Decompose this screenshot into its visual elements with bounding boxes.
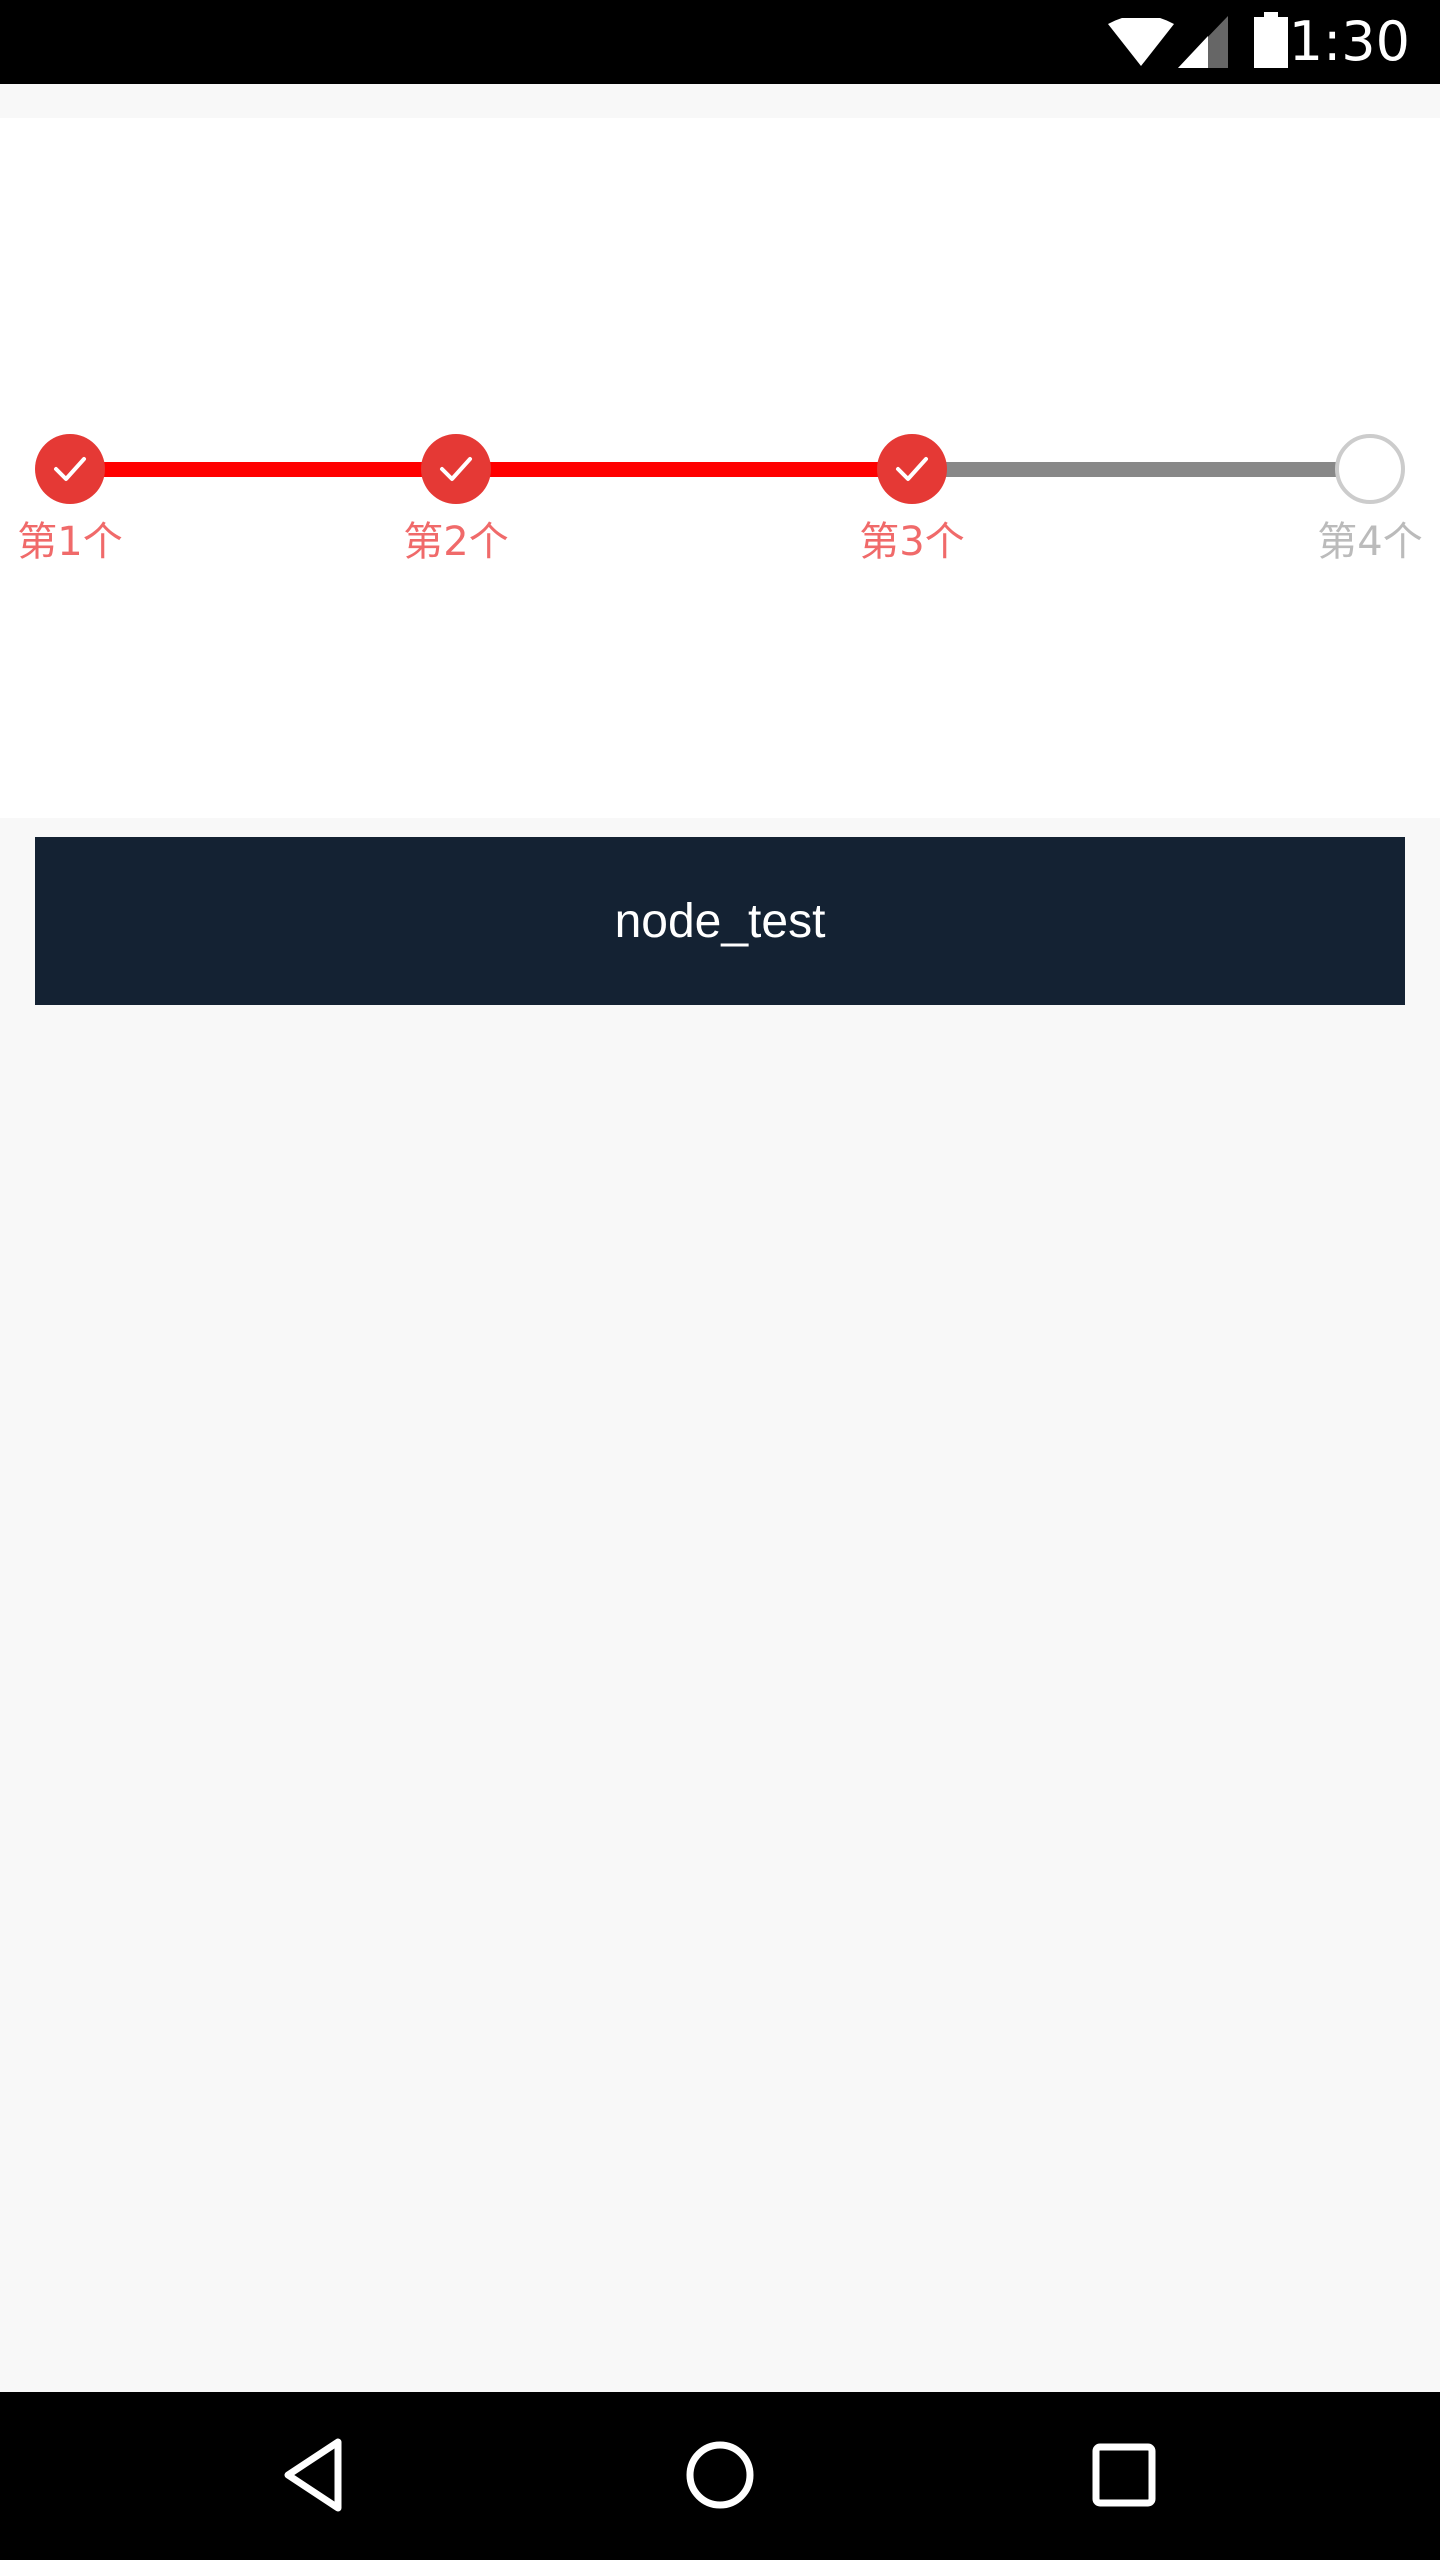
back-icon[interactable] xyxy=(276,2432,356,2522)
check-icon xyxy=(54,457,86,481)
wifi-icon xyxy=(1108,15,1174,70)
node-test-button[interactable]: node_test xyxy=(35,837,1405,1005)
check-icon xyxy=(896,457,928,481)
step-node-1[interactable] xyxy=(35,434,105,504)
home-icon[interactable] xyxy=(680,2432,760,2522)
step-label-3: 第3个 xyxy=(859,519,965,565)
cell-signal-icon xyxy=(1178,16,1228,72)
navigation-bar xyxy=(0,2392,1440,2560)
step-node-2[interactable] xyxy=(421,434,491,504)
check-icon xyxy=(440,457,472,481)
battery-icon xyxy=(1254,12,1288,72)
recents-icon[interactable] xyxy=(1084,2432,1164,2522)
status-bar: 1:30 xyxy=(0,0,1440,84)
step-connector xyxy=(946,462,1336,477)
step-connector xyxy=(104,462,422,477)
step-label-4: 第4个 xyxy=(1317,519,1423,565)
stepper-panel: 第1个 第2个 第3个 第4个 xyxy=(0,118,1440,818)
step-connector xyxy=(490,462,878,477)
step-node-3[interactable] xyxy=(877,434,947,504)
step-label-2: 第2个 xyxy=(403,519,509,565)
status-time: 1:30 xyxy=(1288,10,1410,73)
step-node-4[interactable] xyxy=(1335,434,1405,504)
step-label-1: 第1个 xyxy=(17,519,123,565)
